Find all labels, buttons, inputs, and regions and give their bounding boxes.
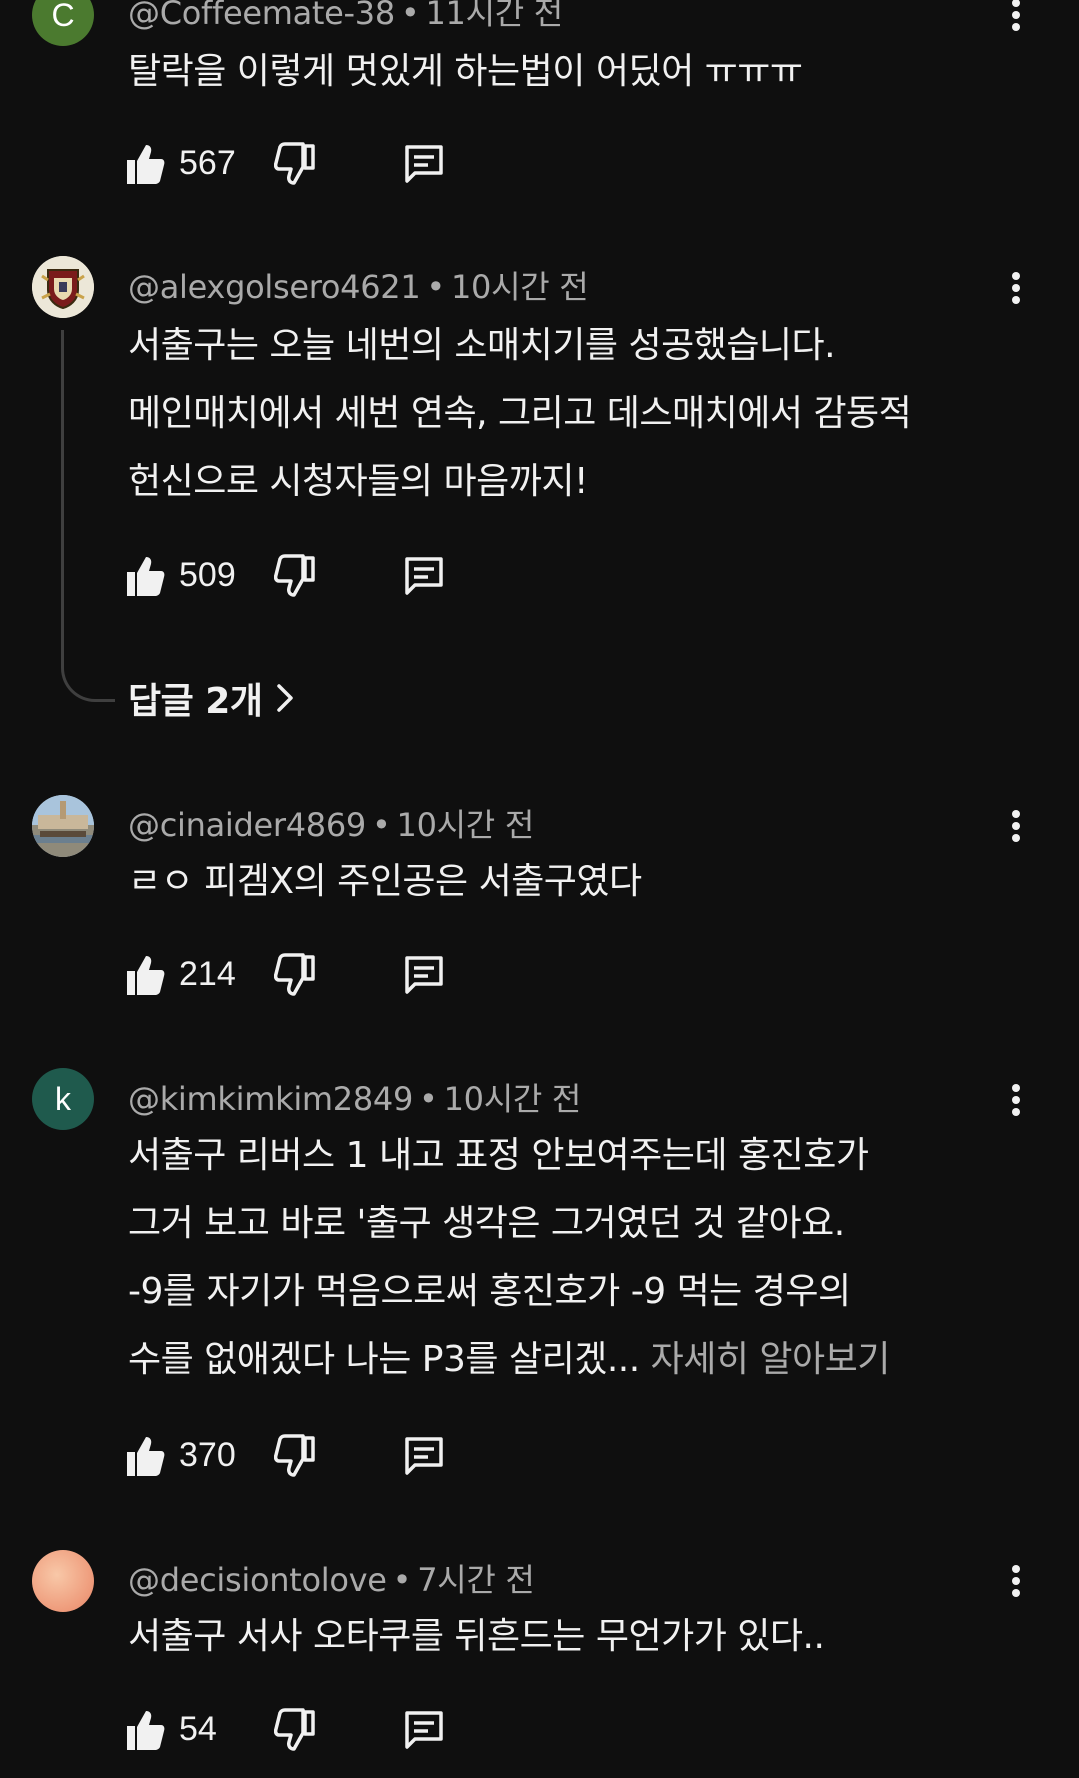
dislike-button[interactable] [274, 1700, 316, 1760]
reply-comment-icon [405, 145, 443, 183]
comment-line: 수를 없애겠다 나는 P3를 살리겠... [128, 1339, 640, 1380]
more-vert-icon[interactable] [996, 801, 1036, 851]
thumbs-down-icon [274, 1708, 315, 1751]
thumbs-up-icon [127, 557, 165, 596]
comment-line: 서출구는 오늘 네번의 소매치기를 성공했습니다. [128, 325, 836, 366]
dislike-button[interactable] [274, 1426, 316, 1486]
more-vert-icon[interactable] [996, 1075, 1036, 1125]
comment-time: 10시간 전 [450, 268, 589, 306]
avatar[interactable] [32, 256, 94, 318]
chevron-right-icon [277, 684, 294, 712]
thumbs-down-icon [274, 1434, 315, 1477]
thumbs-up-icon [127, 1711, 165, 1750]
comment-text: 서출구 서사 오타쿠를 뒤흔드는 무언가가 있다.. [128, 1603, 1008, 1671]
thumbs-down-icon [274, 554, 315, 597]
view-replies-button[interactable]: 답글 2개 [128, 672, 294, 724]
like-count: 54 [179, 1710, 217, 1748]
comment-line: 메인매치에서 세번 연속, 그리고 데스매치에서 감동적 [128, 393, 912, 434]
reply-comment-icon [405, 956, 443, 994]
read-more-link[interactable]: 자세히 알아보기 [651, 1339, 891, 1380]
avatar[interactable]: k [32, 1068, 94, 1130]
comment-meta: @alexgolsero4621 • 10시간 전 [128, 268, 589, 306]
reply-comment-icon [405, 1711, 443, 1749]
comment-line: 서출구 서사 오타쿠를 뒤흔드는 무언가가 있다.. [128, 1616, 825, 1657]
dislike-button[interactable] [274, 134, 316, 194]
comment-text: ㄹㅇ 피겜X의 주인공은 서출구였다 [128, 848, 1008, 916]
like-button[interactable]: 54 [124, 1700, 217, 1760]
avatar[interactable] [32, 795, 94, 857]
comment-author[interactable]: @Coffeemate-38 [128, 0, 395, 32]
like-button[interactable]: 370 [124, 1426, 236, 1486]
comment-line: 헌신으로 시청자들의 마음까지! [128, 461, 588, 502]
comments-screen: C @Coffeemate-38 • 11시간 전 탈락을 이렇게 멋있게 하는법이… [0, 0, 1079, 1778]
comment-actions: 370 [124, 1426, 464, 1486]
reply-comment-icon [405, 1437, 443, 1475]
comment-text: 서출구 리버스 1 내고 표정 안보여주는데 홍진호가 그거 보고 바로 '출구… [128, 1122, 1008, 1394]
more-vert-icon[interactable] [996, 1556, 1036, 1606]
reply-button[interactable] [402, 546, 446, 606]
comment-author[interactable]: @decisiontolove [128, 1561, 387, 1599]
like-button[interactable]: 214 [124, 945, 236, 1005]
comment-actions: 509 [124, 546, 464, 606]
comment-line: 탈락을 이렇게 멋있게 하는법이 어딨어 ㅠㅠㅠ [128, 51, 803, 92]
scenery-avatar-icon [32, 795, 94, 857]
comment-line: ㄹㅇ 피겜X의 주인공은 서출구였다 [128, 861, 642, 902]
more-vert-icon[interactable] [996, 263, 1036, 313]
comment-text: 서출구는 오늘 네번의 소매치기를 성공했습니다. 메인매치에서 세번 연속, … [128, 312, 1008, 516]
avatar[interactable] [32, 1550, 94, 1612]
reply-button[interactable] [402, 134, 446, 194]
comment-text: 탈락을 이렇게 멋있게 하는법이 어딨어 ㅠㅠㅠ [128, 38, 1008, 106]
comment-time: 10시간 전 [443, 1080, 582, 1118]
reply-comment-icon [405, 557, 443, 595]
comment-actions: 54 [124, 1700, 464, 1760]
thumbs-up-icon [127, 956, 165, 995]
reply-button[interactable] [402, 945, 446, 1005]
comment-meta: @Coffeemate-38 • 11시간 전 [128, 0, 563, 34]
like-count: 567 [179, 144, 236, 182]
reply-button[interactable] [402, 1426, 446, 1486]
dislike-button[interactable] [274, 945, 316, 1005]
comment-meta: @cinaider4869 • 10시간 전 [128, 806, 535, 844]
avatar[interactable]: C [32, 0, 94, 46]
comment-time: 11시간 전 [425, 0, 564, 32]
comment-time: 7시간 전 [417, 1561, 535, 1599]
comment-line: 그거 보고 바로 '출구 생각은 그거였던 것 같아요. [128, 1203, 845, 1244]
comment-line-last: 수를 없애겠다 나는 P3를 살리겠... 자세히 알아보기 [128, 1326, 1008, 1394]
like-button[interactable]: 567 [124, 134, 236, 194]
like-count: 370 [179, 1436, 236, 1474]
comment-line: -9를 자기가 먹음으로써 홍진호가 -9 먹는 경우의 [128, 1271, 851, 1312]
thumbs-up-icon [127, 145, 165, 184]
replies-label: 답글 2개 [128, 681, 263, 722]
avatar-letter: k [55, 1080, 71, 1117]
comment-time: 10시간 전 [396, 806, 535, 844]
comment-author[interactable]: @kimkimkim2849 [128, 1080, 413, 1118]
reply-button[interactable] [402, 1700, 446, 1760]
thumbs-up-icon [127, 1437, 165, 1476]
comment-meta: @decisiontolove • 7시간 전 [128, 1561, 535, 1599]
comment-actions: 567 [124, 134, 464, 194]
thumbs-down-icon [274, 953, 315, 996]
comment-author[interactable]: @alexgolsero4621 [128, 268, 421, 306]
like-button[interactable]: 509 [124, 546, 236, 606]
dislike-button[interactable] [274, 546, 316, 606]
comment-author[interactable]: @cinaider4869 [128, 806, 366, 844]
avatar-letter: C [51, 0, 75, 33]
like-count: 214 [179, 955, 236, 993]
reply-thread-line [61, 330, 115, 702]
thumbs-down-icon [274, 142, 315, 185]
comment-line: 서출구 리버스 1 내고 표정 안보여주는데 홍진호가 [128, 1135, 869, 1176]
comment-actions: 214 [124, 945, 464, 1005]
like-count: 509 [179, 556, 236, 594]
crest-avatar-icon [32, 256, 94, 318]
more-vert-icon[interactable] [996, 0, 1036, 40]
comment-meta: @kimkimkim2849 • 10시간 전 [128, 1080, 582, 1118]
